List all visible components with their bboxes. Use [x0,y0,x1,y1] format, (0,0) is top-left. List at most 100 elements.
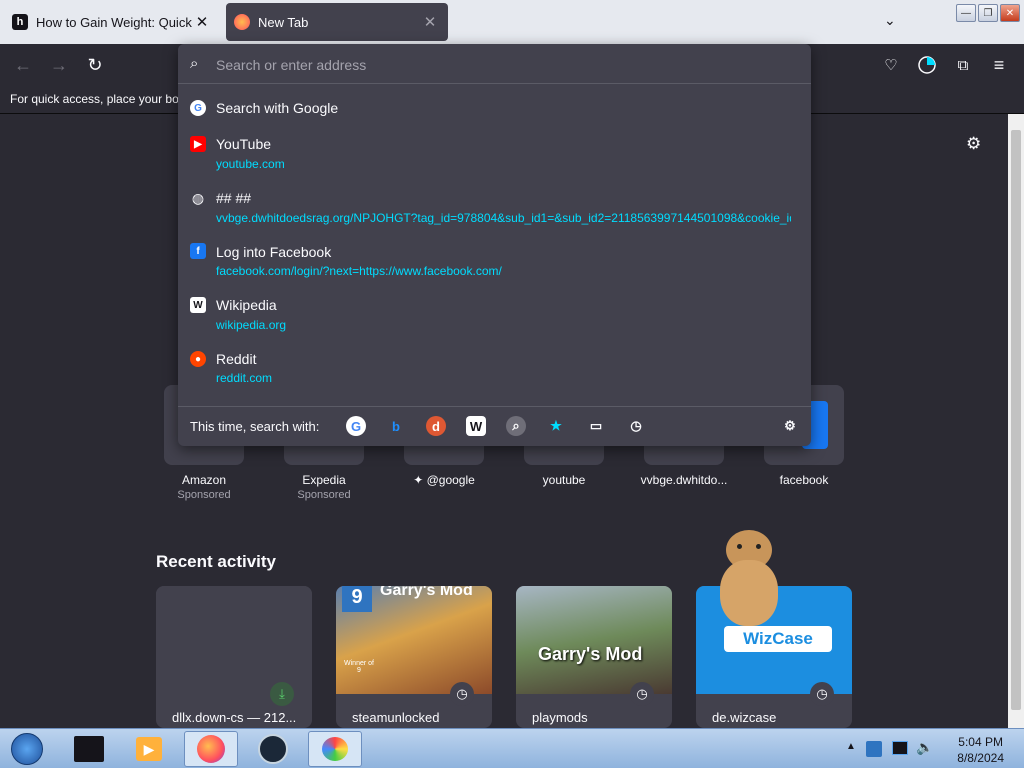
urlbar-dropdown: ⌕ G Search with Google ▶ YouTube youtube… [178,44,811,446]
award-badge: Winner of 9 [344,660,374,674]
duckduckgo-engine-icon[interactable]: d [426,416,446,436]
suggestion-url: vvbge.dwhitdoedsrag.org/NPJOHGT?tag_id=9… [216,211,791,225]
one-off-search-bar: This time, search with: G b d W ⌕ ★ ▭ ◷ … [178,406,811,446]
search-with-label: This time, search with: [190,419,320,434]
search-icon: ⌕ [190,55,199,72]
shortcut-name: Expedia [302,473,346,487]
suggestion-reddit[interactable]: ● Reddit reddit.com [178,349,811,389]
suggestion-url: reddit.com [216,371,273,385]
hamster-sticker-image [720,530,778,626]
minimize-button[interactable]: — [956,4,976,22]
search-settings-gear-icon[interactable]: ⚙ [780,416,800,436]
recent-card-dllx[interactable]: ⤓ dllx.down-cs — 212... [156,586,312,728]
windows-taskbar: ▶ ▲ 🔈 5:04 PM 8/8/2024 [0,728,1024,768]
pin-icon: ✦ [413,473,424,487]
steam-taskbar-icon[interactable] [246,731,300,767]
facebook-icon: f [190,243,206,259]
wikihow-favicon-icon: h [12,14,28,30]
clock-date: 8/8/2024 [957,751,1004,765]
suggestion-title: Search with Google [216,100,339,116]
paint-taskbar-icon[interactable] [308,731,362,767]
url-input[interactable] [216,54,776,76]
urlbar: ⌕ [178,44,811,84]
tab-title: How to Gain Weight: Quick, Saf [36,14,192,30]
tab-title: New Tab [258,14,309,30]
tray-expand-icon[interactable]: ▲ [846,741,856,752]
tabs-icon[interactable]: ▭ [586,416,606,436]
menu-icon[interactable]: ≡ [986,52,1012,78]
start-button-icon[interactable] [0,731,54,767]
globe-icon: ◍ [191,189,205,206]
account-icon[interactable] [914,52,940,78]
close-window-button[interactable]: ✕ [1000,4,1020,22]
suggestion-wikipedia[interactable]: W Wikipedia wikipedia.org [178,295,811,335]
clock-icon: ◷ [450,682,474,706]
shortcut-name: vvbge.dwhitdo... [640,473,728,487]
ecosia-engine-icon[interactable]: ⌕ [506,416,526,436]
shortcut-name: ✦ @google [384,473,504,487]
gmod-title: Garry's Mod [538,644,643,664]
tab-gain-weight[interactable]: h How to Gain Weight: Quick, Saf ✕ [4,3,220,41]
wikipedia-icon: W [190,297,206,313]
card-label: playmods [532,710,588,725]
extensions-icon[interactable]: ⧉ [950,52,976,78]
system-clock[interactable]: 5:04 PM 8/8/2024 [957,734,1004,766]
shortcut-name-text: @google [426,473,475,487]
suggestion-youtube[interactable]: ▶ YouTube youtube.com [178,132,811,172]
card-label: steamunlocked [352,710,440,725]
suggestion-facebook[interactable]: f Log into Facebook facebook.com/login/?… [178,241,811,281]
forward-arrow-icon[interactable]: → [46,52,72,78]
history-clock-icon[interactable]: ◷ [626,416,646,436]
youtube-icon: ▶ [190,136,206,152]
gmod-logo: 9 [342,586,372,612]
shortcut-sponsored: Sponsored [297,489,351,501]
volume-icon[interactable]: 🔈 [916,739,933,756]
tab-strip: h How to Gain Weight: Quick, Saf ✕ New T… [0,0,1024,44]
suggestion-title: ## ## [216,190,252,206]
tray-app-icon[interactable] [866,741,882,757]
scrollbar-thumb[interactable] [1011,130,1021,710]
suggestion-vvbge[interactable]: ◍ ## ## vvbge.dwhitdoedsrag.org/NPJOHGT?… [178,186,811,226]
suggestion-title: Reddit [216,351,257,367]
recent-card-playmods[interactable]: Garry's Mod ◷ playmods [516,586,672,728]
card-thumbnail: 9 Garry's Mod Winner of 9 [336,586,492,694]
close-tab-icon[interactable]: ✕ [192,13,212,31]
google-engine-icon[interactable]: G [346,416,366,436]
recent-activity-heading: Recent activity [156,552,276,571]
google-icon: G [190,100,206,116]
list-all-tabs-icon[interactable]: ⌄ [884,12,896,29]
tab-new-tab[interactable]: New Tab ✕ [226,3,448,41]
suggestion-title: Wikipedia [216,297,277,313]
clock-time: 5:04 PM [958,735,1003,749]
media-player-icon[interactable]: ▶ [122,731,176,767]
suggestion-title: YouTube [216,136,272,152]
media-app-icon[interactable] [62,731,116,767]
scrollbar[interactable] [1008,114,1024,728]
suggestion-title: Log into Facebook [216,244,332,260]
maximize-button[interactable]: ❐ [978,4,998,22]
shortcut-name: Amazon [181,473,227,487]
shortcut-name: facebook [779,473,829,487]
card-label: de.wizcase [712,710,777,725]
reddit-icon: ● [190,351,206,367]
reload-icon[interactable]: ↻ [82,52,108,78]
clock-icon: ◷ [630,682,654,706]
suggestion-url: facebook.com/login/?next=https://www.fac… [216,264,502,278]
suggestion-search-google[interactable]: G Search with Google [178,94,811,124]
wikipedia-engine-icon[interactable]: W [466,416,486,436]
settings-gear-icon[interactable]: ⚙ [966,134,981,154]
shortcut-sponsored: Sponsored [177,489,231,501]
firefox-icon [234,14,250,30]
close-tab-icon[interactable]: ✕ [420,13,440,31]
clock-icon: ◷ [810,682,834,706]
network-monitor-icon[interactable] [892,741,908,755]
card-thumbnail: Garry's Mod [516,586,672,694]
bookmarks-hint: For quick access, place your boo [10,92,186,106]
download-icon: ⤓ [270,682,294,706]
recent-card-steamunlocked[interactable]: 9 Garry's Mod Winner of 9 ◷ steamunlocke… [336,586,492,728]
back-arrow-icon[interactable]: ← [10,52,36,78]
bookmarks-star-icon[interactable]: ★ [546,416,566,436]
firefox-taskbar-icon[interactable] [184,731,238,767]
pocket-icon[interactable]: ♡ [878,52,904,78]
bing-engine-icon[interactable]: b [386,416,406,436]
